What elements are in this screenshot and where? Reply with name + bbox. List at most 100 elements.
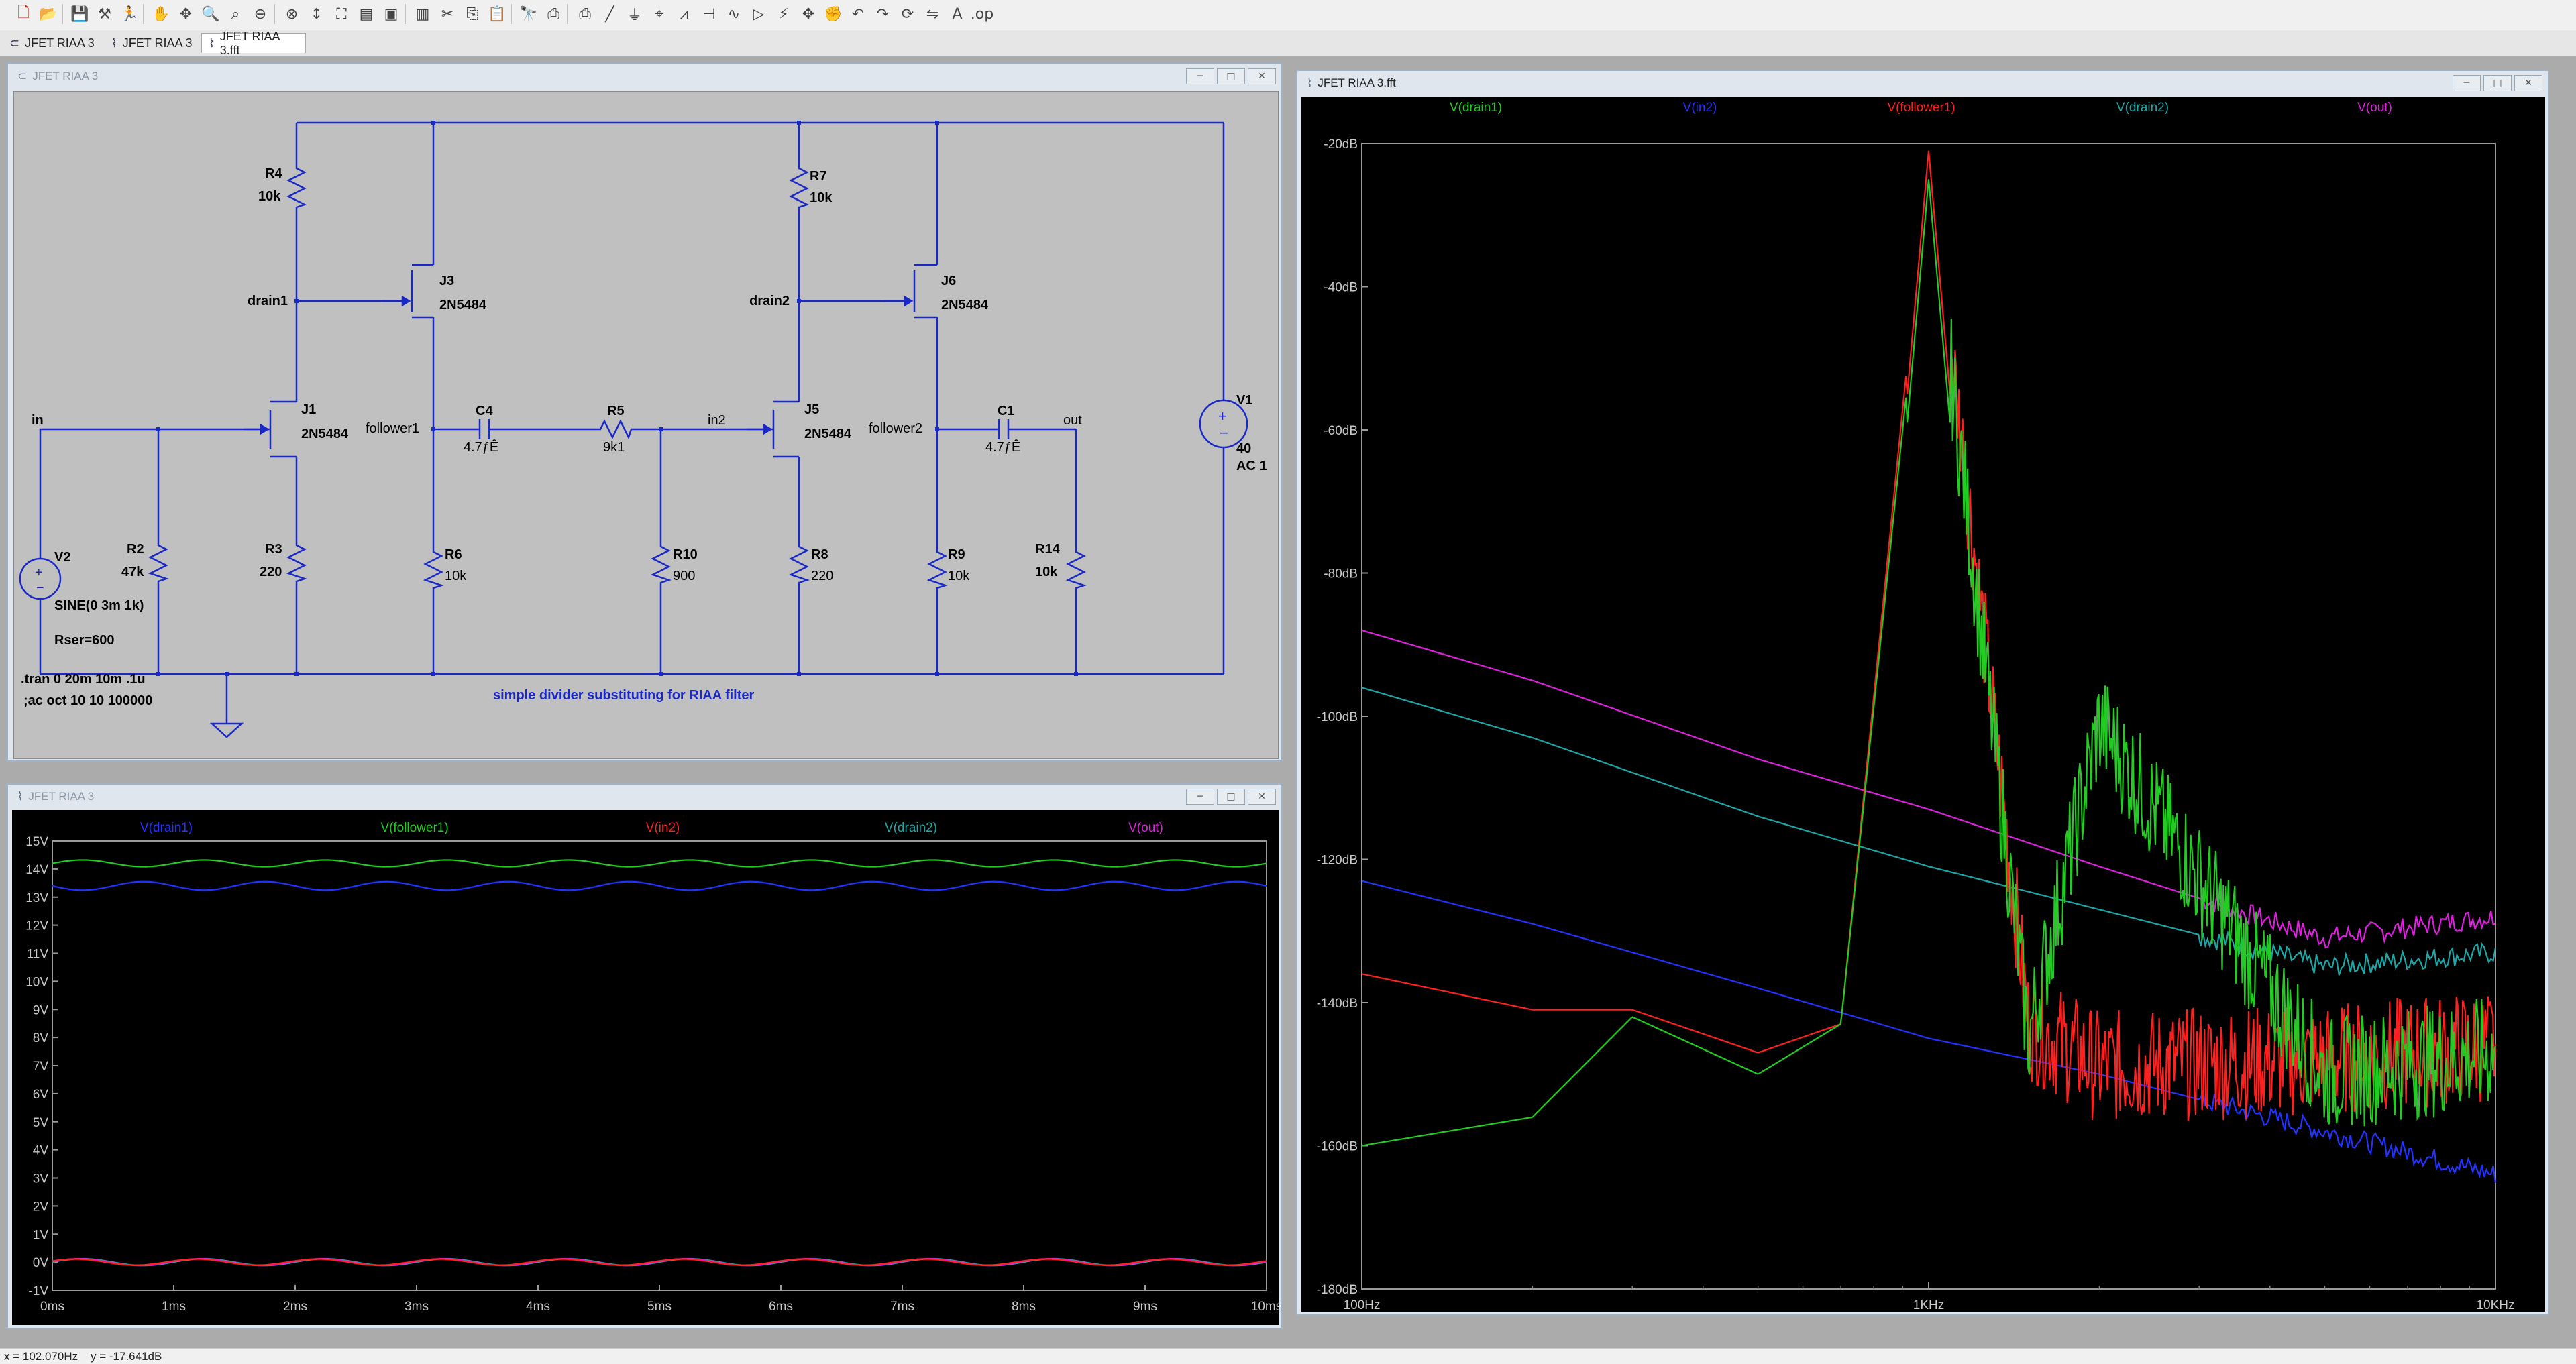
r10-value: 900 (673, 569, 695, 583)
v2-value: SINE(0 3m 1k) (54, 598, 144, 613)
trace-v-drain2 (1361, 687, 2497, 976)
print-preview-icon[interactable]: ⎙ (542, 3, 565, 25)
tab-fft[interactable]: ⌇ JFET RIAA 3.fft (201, 30, 306, 57)
y-tick-label: -1V (28, 1284, 48, 1298)
spice-directive-icon[interactable]: .op (971, 3, 994, 25)
halt-icon[interactable]: ✋ (150, 3, 172, 25)
maximize-button[interactable]: □ (2483, 75, 2512, 91)
tab-label: JFET RIAA 3.fft (219, 29, 280, 57)
tab-waveform[interactable]: ⌇ JFET RIAA 3 (105, 33, 204, 53)
r6-name: R6 (445, 547, 462, 562)
y-tick-label: -120dB (1317, 854, 1358, 868)
r4-name: R4 (265, 166, 282, 181)
trace-v-follower1 (1361, 150, 2497, 1121)
tab-schematic[interactable]: ⊂ JFET RIAA 3 (3, 33, 102, 53)
legend-entry: V(drain1) (1450, 101, 1502, 115)
pan-icon[interactable]: ✥ (174, 3, 197, 25)
waveform-icon: ⌇ (1307, 76, 1313, 89)
v2-name: V2 (54, 550, 70, 565)
spice-directive-tran[interactable]: .tran 0 20m 10m .1u (21, 672, 146, 687)
paste-icon[interactable]: 📋 (486, 3, 508, 25)
y-tick-label: 1V (33, 1228, 49, 1242)
schematic-icon: ⊂ (17, 70, 28, 82)
tile-vertical-icon[interactable]: ▥ (411, 3, 434, 25)
fft-traces (1361, 150, 2497, 1183)
drag-icon[interactable]: ✊ (822, 3, 845, 25)
r5-value: 9k1 (603, 440, 625, 455)
r2-value: 47k (121, 565, 144, 579)
maximize-button[interactable]: □ (1217, 68, 1245, 84)
close-button[interactable]: ✕ (1248, 789, 1276, 805)
y-tick-label: 10V (25, 975, 48, 989)
cascade-icon[interactable]: ▣ (380, 3, 402, 25)
wire-icon[interactable]: ╱ (598, 3, 621, 25)
copy-icon[interactable]: ⎘ (461, 3, 484, 25)
y-tick-label: 15V (25, 835, 48, 849)
y-tick-label: -140dB (1317, 997, 1358, 1011)
maximize-button[interactable]: □ (1217, 789, 1245, 805)
schematic-canvas[interactable]: + − + − R4 10k R7 10k J3 2N5484 J6 2N5484 (13, 91, 1279, 759)
close-button[interactable]: ✕ (2514, 75, 2542, 91)
inductor-icon[interactable]: ∿ (722, 3, 745, 25)
redo-icon[interactable]: ↷ (871, 3, 894, 25)
label-icon[interactable]: ⌖ (648, 3, 671, 25)
waveform-icon: ⌇ (111, 36, 117, 50)
component-icon[interactable]: ⚡ (772, 3, 795, 25)
save-icon[interactable]: 💾 (68, 3, 91, 25)
net-in: in (32, 413, 44, 428)
zoom-cancel-icon[interactable]: ⊗ (280, 3, 303, 25)
new-schematic-icon[interactable]: 🗋 (12, 3, 35, 25)
ground-icon[interactable]: ⏚ (623, 3, 646, 25)
trace-v-out (1361, 629, 2496, 949)
diode-icon[interactable]: ▷ (747, 3, 770, 25)
zoom-out-icon[interactable]: ⊖ (249, 3, 272, 25)
toolbar-separator (511, 4, 512, 24)
y-tick-label: 13V (25, 891, 48, 905)
mirror-icon[interactable]: ⇋ (921, 3, 944, 25)
resistor-icon[interactable]: ⩘ (673, 3, 696, 25)
capacitor-icon[interactable]: ⊣ (698, 3, 720, 25)
j3-value: 2N5484 (439, 298, 487, 312)
r9-value: 10k (948, 569, 970, 583)
net-in2: in2 (708, 413, 726, 428)
zoom-in-icon[interactable]: 🔍 (199, 3, 222, 25)
zoom-full-icon[interactable]: ⌕ (224, 3, 247, 25)
waveform-plot-area[interactable]: V(drain1) V(follower1) V(in2) V(drain2) V(ou… (12, 810, 1279, 1325)
trace-v-follower1 (52, 859, 1267, 868)
junctions (156, 121, 1078, 676)
minimize-button[interactable]: ─ (2453, 75, 2481, 91)
print-icon[interactable]: ⎙ (574, 3, 596, 25)
text-icon[interactable]: A (946, 3, 969, 25)
run-icon[interactable]: 🏃 (118, 3, 141, 25)
close-button[interactable]: ✕ (1248, 68, 1276, 84)
r9-name: R9 (948, 547, 965, 562)
undo-icon[interactable]: ↶ (847, 3, 869, 25)
waveform-traces (52, 859, 1267, 1267)
find-icon[interactable]: 🔭 (517, 3, 540, 25)
control-panel-icon[interactable]: ⚒ (93, 3, 116, 25)
minimize-button[interactable]: ─ (1186, 789, 1214, 805)
toolbar-separator (567, 4, 568, 24)
autorange-icon[interactable]: ↕ (305, 3, 328, 25)
net-drain1: drain1 (248, 294, 288, 308)
x-tick-label: 0ms (40, 1300, 64, 1314)
tile-horizontal-icon[interactable]: ▤ (355, 3, 378, 25)
spice-directive-ac[interactable]: ;ac oct 10 10 100000 (23, 693, 152, 708)
move-icon[interactable]: ✥ (797, 3, 820, 25)
r5-name: R5 (607, 404, 625, 418)
minimize-button[interactable]: ─ (1186, 68, 1214, 84)
fit-icon[interactable]: ⛶ (330, 3, 353, 25)
open-icon[interactable]: 📂 (37, 3, 60, 25)
fft-titlebar: ⌇ JFET RIAA 3.fft (1297, 71, 2548, 95)
fft-plot-area[interactable]: V(drain1) V(in2) V(follower1) V(drain2) V(ou… (1301, 97, 2545, 1312)
legend-entry: V(in2) (1683, 101, 1717, 115)
x-tick-label: 3ms (405, 1300, 429, 1314)
x-tick-label: 100Hz (1344, 1298, 1381, 1312)
r8-value: 220 (811, 569, 833, 583)
rotate-icon[interactable]: ⟳ (896, 3, 919, 25)
cut-icon[interactable]: ✂ (436, 3, 459, 25)
y-tick-label: -20dB (1324, 137, 1358, 152)
trace-v-in2 (1361, 880, 2497, 1183)
y-tick-label: -40dB (1324, 281, 1358, 295)
net-follower1: follower1 (366, 421, 419, 436)
